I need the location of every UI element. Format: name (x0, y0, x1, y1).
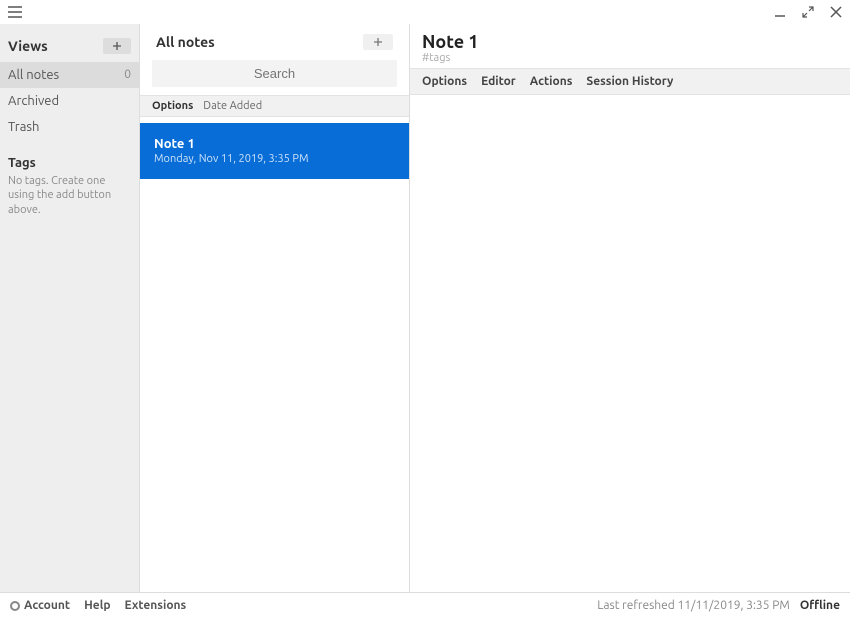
footer-last-refreshed: Last refreshed 11/11/2019, 3:35 PM (597, 599, 790, 612)
note-item-date: Monday, Nov 11, 2019, 3:35 PM (154, 153, 395, 165)
footer-help[interactable]: Help (84, 599, 110, 612)
sidebar-item-all-notes[interactable]: All notes 0 (0, 62, 139, 88)
search-input[interactable] (152, 60, 397, 87)
note-item-title: Note 1 (154, 137, 395, 151)
hamburger-menu-icon[interactable] (6, 4, 24, 20)
editor-column: Note 1 #tags Options Editor Actions Sess… (410, 24, 850, 592)
note-list-item[interactable]: Note 1 Monday, Nov 11, 2019, 3:35 PM (140, 123, 409, 179)
notes-column: All notes Options Date Added Note 1 Mond… (140, 24, 410, 592)
editor-title[interactable]: Note 1 (410, 24, 850, 52)
footer-account-label: Account (24, 599, 70, 612)
notes-toolbar-date-added[interactable]: Date Added (203, 100, 262, 112)
search-wrap (140, 56, 409, 95)
footer-extensions[interactable]: Extensions (125, 599, 187, 612)
sidebar-item-count: 0 (124, 68, 131, 82)
sidebar-tags-hint: No tags. Create one using the add button… (0, 174, 139, 217)
plus-icon (112, 41, 122, 51)
sidebar-item-archived[interactable]: Archived (0, 88, 139, 114)
sidebar-views-header: Views (0, 34, 139, 62)
plus-icon (373, 37, 383, 47)
footer: Account Help Extensions Last refreshed 1… (0, 592, 850, 618)
editor-toolbar: Options Editor Actions Session History (410, 68, 850, 95)
add-note-button[interactable] (363, 34, 393, 50)
main-area: Views All notes 0 Archived Trash Tags No… (0, 24, 850, 592)
notes-toolbar: Options Date Added (140, 95, 409, 117)
editor-body[interactable] (410, 95, 850, 592)
sidebar-item-label: Trash (8, 120, 39, 134)
maximize-icon[interactable] (800, 4, 816, 20)
sidebar-item-label: All notes (8, 68, 59, 82)
window-titlebar (0, 0, 850, 24)
footer-status: Offline (800, 599, 840, 612)
footer-account[interactable]: Account (10, 599, 70, 612)
editor-toolbar-options[interactable]: Options (422, 75, 467, 88)
editor-tags-field[interactable]: #tags (410, 52, 850, 68)
sidebar-tags-label: Tags (0, 140, 139, 174)
editor-toolbar-editor[interactable]: Editor (481, 75, 516, 88)
notes-toolbar-options[interactable]: Options (152, 100, 193, 112)
sidebar-item-trash[interactable]: Trash (0, 114, 139, 140)
notes-header-title: All notes (156, 34, 215, 50)
account-icon (10, 601, 20, 611)
sidebar-item-label: Archived (8, 94, 59, 108)
editor-toolbar-actions[interactable]: Actions (530, 75, 573, 88)
add-view-button[interactable] (103, 38, 131, 54)
notes-header: All notes (140, 24, 409, 56)
minimize-icon[interactable] (772, 4, 788, 20)
sidebar-views-label: Views (8, 38, 48, 54)
close-icon[interactable] (828, 4, 844, 20)
sidebar: Views All notes 0 Archived Trash Tags No… (0, 24, 140, 592)
editor-toolbar-session-history[interactable]: Session History (586, 75, 673, 88)
